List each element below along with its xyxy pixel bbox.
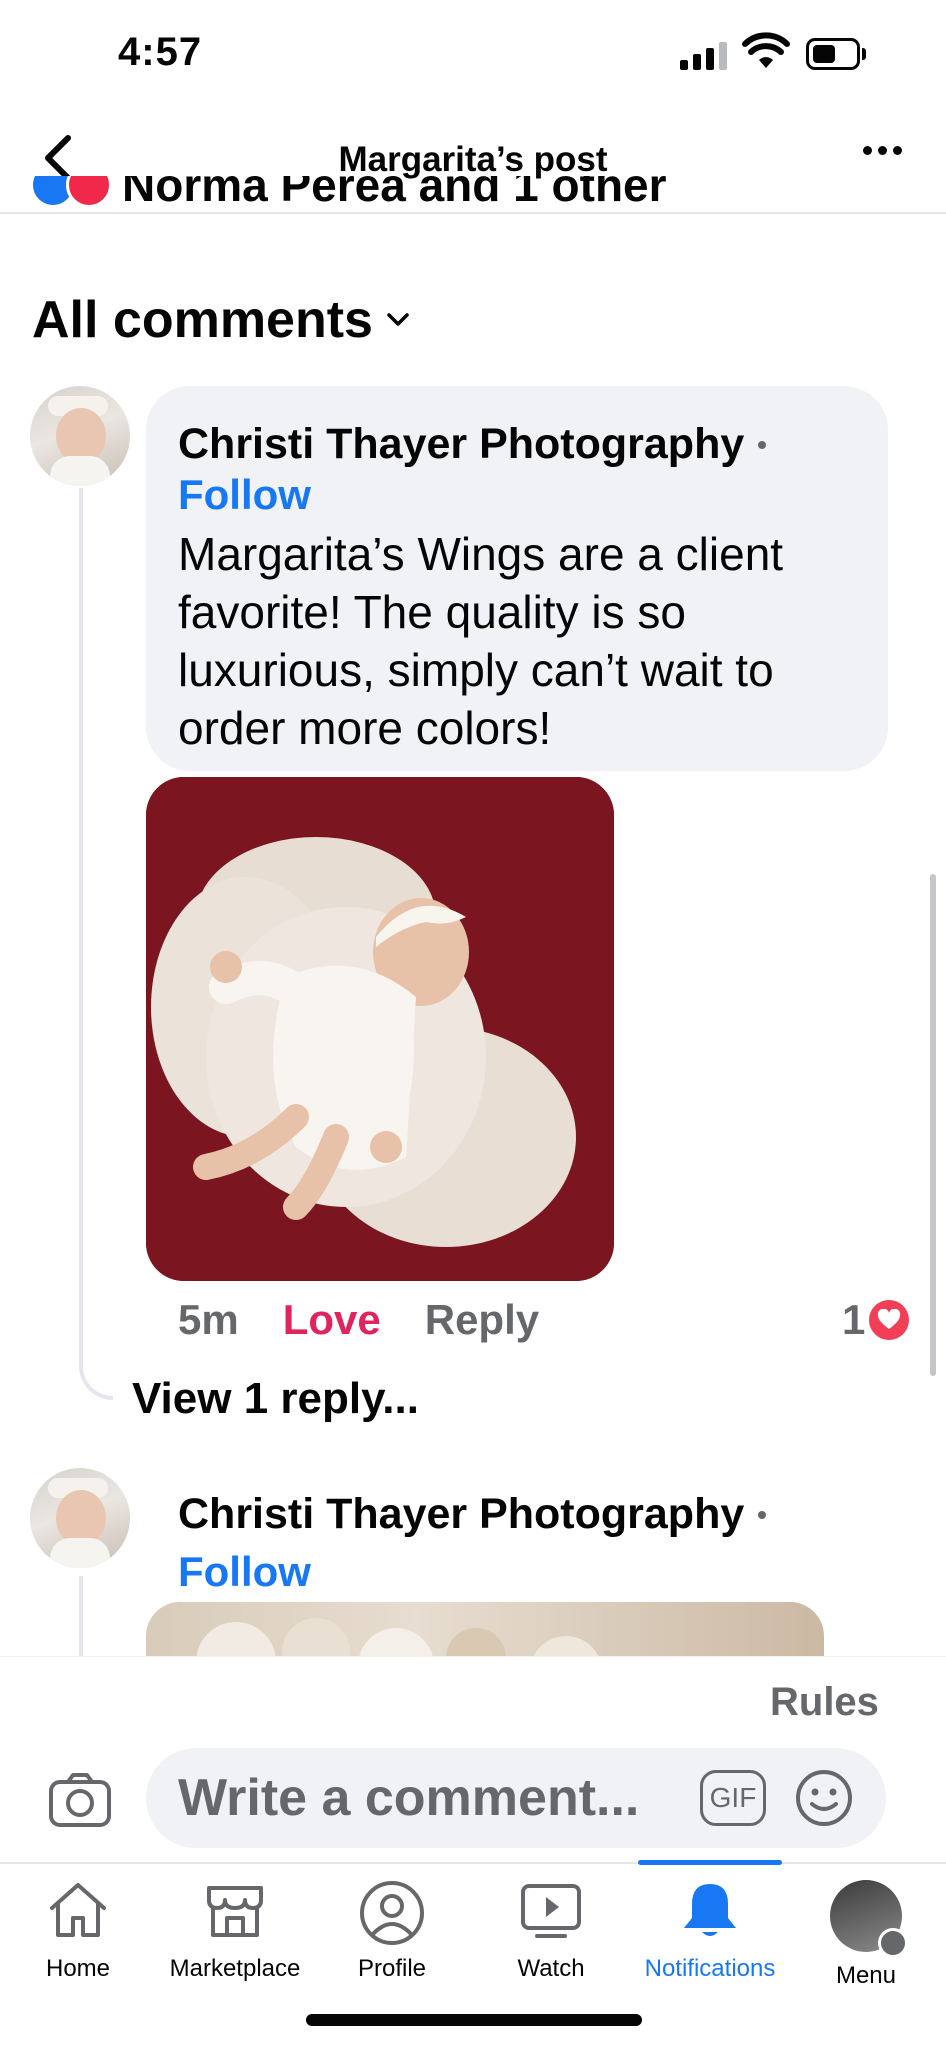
more-options-icon[interactable] bbox=[863, 146, 902, 155]
rules-link[interactable]: Rules bbox=[770, 1680, 879, 1725]
follow-button[interactable]: Follow bbox=[178, 471, 856, 519]
comments-sort-label: All comments bbox=[32, 291, 373, 349]
comment-input[interactable]: Write a comment... bbox=[146, 1748, 886, 1848]
comment-reaction-count[interactable]: 1 bbox=[842, 1296, 910, 1344]
status-time: 4:57 bbox=[118, 30, 203, 74]
profile-icon bbox=[360, 1881, 424, 1945]
thread-connector bbox=[79, 1340, 113, 1400]
reply-button[interactable]: Reply bbox=[425, 1296, 539, 1344]
header-divider bbox=[0, 212, 946, 214]
tab-marketplace[interactable]: Marketplace bbox=[165, 1880, 305, 1983]
active-tab-indicator bbox=[638, 1860, 782, 1865]
comment-actions: 5m Love Reply bbox=[178, 1296, 539, 1344]
reactions-summary[interactable]: Norma Perea and 1 other bbox=[30, 176, 930, 212]
avatar[interactable] bbox=[30, 1468, 130, 1568]
avatar[interactable] bbox=[30, 386, 130, 486]
home-indicator bbox=[306, 2014, 642, 2026]
tab-label: Profile bbox=[357, 1955, 427, 1982]
heart-icon bbox=[869, 1300, 910, 1340]
comments-sort-dropdown[interactable]: All comments bbox=[32, 290, 409, 350]
comment-photo[interactable] bbox=[146, 777, 614, 1281]
follow-button[interactable]: Follow bbox=[178, 1548, 311, 1596]
battery-nub bbox=[862, 48, 866, 60]
gif-button[interactable]: GIF bbox=[700, 1770, 766, 1826]
chevron-down-icon bbox=[387, 313, 409, 326]
comment-input-placeholder: Write a comment... bbox=[178, 1769, 640, 1827]
comment-author[interactable]: Christi Thayer Photography bbox=[178, 1490, 744, 1539]
page-title: Margarita’s post bbox=[338, 140, 608, 179]
bell-icon bbox=[684, 1884, 736, 1936]
reaction-count: 1 bbox=[842, 1296, 866, 1343]
comment-time: 5m bbox=[178, 1296, 239, 1343]
tab-label: Notifications bbox=[644, 1955, 776, 1982]
tab-label: Home bbox=[45, 1955, 111, 1982]
emoji-icon[interactable] bbox=[794, 1768, 854, 1833]
comment-author-row: Christi Thayer Photography bbox=[178, 420, 856, 469]
comment-bubble: Christi Thayer Photography Follow Margar… bbox=[146, 386, 888, 771]
love-reaction-icon bbox=[66, 176, 112, 208]
thread-line bbox=[79, 1576, 83, 1666]
comment-author-row: Christi Thayer Photography bbox=[178, 1490, 767, 1539]
tab-home[interactable]: Home bbox=[8, 1880, 148, 1983]
battery-icon bbox=[806, 38, 860, 70]
thread-line bbox=[79, 488, 83, 1368]
view-replies-link[interactable]: View 1 reply... bbox=[132, 1374, 419, 1424]
separator-dot bbox=[758, 1510, 767, 1519]
comment-author[interactable]: Christi Thayer Photography bbox=[178, 420, 744, 469]
menu-badge-icon bbox=[878, 1928, 908, 1958]
tab-menu[interactable]: Menu bbox=[796, 1880, 936, 1990]
tab-label: Menu bbox=[835, 1962, 897, 1989]
tab-profile[interactable]: Profile bbox=[322, 1880, 462, 1983]
comment-text: Margarita’s Wings are a client favorite!… bbox=[178, 528, 784, 754]
tab-label: Marketplace bbox=[169, 1955, 301, 1982]
scrollbar[interactable] bbox=[930, 874, 936, 1376]
tab-watch[interactable]: Watch bbox=[481, 1880, 621, 1983]
wifi-icon bbox=[742, 32, 790, 75]
menu-avatar bbox=[830, 1880, 908, 1958]
tab-notifications[interactable]: Notifications bbox=[640, 1880, 780, 1983]
camera-icon[interactable] bbox=[48, 1772, 112, 1833]
watch-icon bbox=[521, 1884, 581, 1938]
separator-dot bbox=[758, 440, 767, 449]
tab-label: Watch bbox=[517, 1955, 585, 1982]
love-button[interactable]: Love bbox=[283, 1296, 381, 1344]
marketplace-icon bbox=[207, 1886, 263, 1937]
home-icon bbox=[50, 1883, 106, 1937]
cellular-signal-icon bbox=[680, 40, 727, 70]
reactions-text: Norma Perea and 1 other bbox=[122, 176, 667, 211]
